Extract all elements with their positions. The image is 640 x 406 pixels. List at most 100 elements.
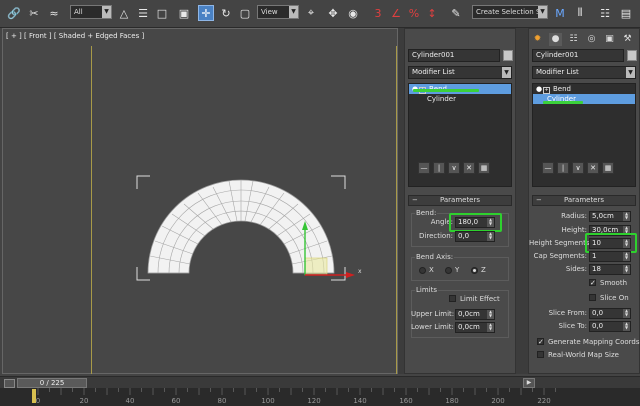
next-frame-arrow-icon[interactable]: ▶ — [523, 378, 535, 388]
snaps-toggle-icon[interactable]: 3 — [370, 5, 386, 21]
unlink-icon[interactable]: ✂ — [26, 5, 42, 21]
track-tick-label: 0 — [35, 397, 41, 405]
spinner-arrows-icon[interactable]: ▲ ▼ — [623, 212, 630, 221]
parameters-rollout-header[interactable]: − Parameters — [532, 195, 636, 206]
time-slider-thumb[interactable]: 0 / 225 — [17, 378, 87, 388]
upper-limit-value: 0,0cm — [458, 310, 480, 318]
cap-segments-spinner[interactable]: 1 ▲ ▼ — [589, 251, 631, 262]
object-name-field[interactable]: Cylinder001 — [408, 49, 500, 62]
slice-on-label: Slice On — [600, 294, 629, 302]
spinner-arrows-icon[interactable]: ▲ ▼ — [623, 265, 630, 274]
window-crossing-icon[interactable]: ▣ — [176, 5, 192, 21]
selection-filter-value: All — [74, 8, 83, 16]
modifier-list-value: Modifier List — [412, 68, 455, 76]
axis-x-radio[interactable] — [419, 267, 426, 274]
make-unique-icon[interactable]: ∨ — [448, 162, 460, 174]
track-tick-label: 80 — [217, 397, 227, 405]
bind-space-warp-icon[interactable]: ≈ — [46, 5, 62, 21]
rect-selection-icon[interactable]: □ — [154, 5, 170, 21]
display-tab-icon[interactable]: ▣ — [603, 33, 616, 46]
group-title-bend: Bend: — [415, 209, 438, 217]
spinner-arrows-icon[interactable]: ▲ ▼ — [623, 252, 630, 261]
named-selection-set-select[interactable]: Create Selection Se ▼ — [472, 5, 548, 19]
select-by-name-icon[interactable]: ☰ — [135, 5, 151, 21]
percent-snap-icon[interactable]: % — [406, 5, 422, 21]
remove-modifier-icon[interactable]: ✕ — [587, 162, 599, 174]
spinner-arrows-icon[interactable]: ▲ ▼ — [487, 310, 494, 319]
object-name-field[interactable]: Cylinder001 — [532, 49, 624, 62]
remove-modifier-icon[interactable]: ✕ — [463, 162, 475, 174]
generate-mapping-checkbox[interactable]: ✓ — [537, 338, 544, 346]
upper-limit-spinner[interactable]: 0,0cm ▲ ▼ — [455, 309, 495, 320]
sides-spinner[interactable]: 18 ▲ ▼ — [589, 264, 631, 275]
pivot-center-icon[interactable]: ⌖ — [303, 5, 319, 21]
modifier-list-select[interactable]: Modifier List ▼ — [532, 66, 636, 79]
expand-icon[interactable]: + — [543, 87, 550, 94]
track-bar[interactable]: 0 20 40 60 80 100 120 140 160 180 200 220 — [0, 388, 640, 406]
move-icon[interactable]: ✛ — [198, 5, 214, 21]
slice-to-spinner[interactable]: 0,0 ▲ ▼ — [589, 321, 631, 332]
object-color-swatch[interactable] — [503, 50, 513, 61]
parameters-rollout-header[interactable]: − Parameters — [408, 195, 512, 206]
object-color-swatch[interactable] — [627, 50, 637, 61]
slice-from-spinner[interactable]: 0,0 ▲ ▼ — [589, 308, 631, 319]
configure-sets-icon[interactable]: ▦ — [602, 162, 614, 174]
axis-y-radio[interactable] — [445, 267, 452, 274]
radius-label: Radius: — [561, 212, 587, 220]
spinner-arrows-icon[interactable]: ▲ ▼ — [487, 323, 494, 332]
selection-filter-select[interactable]: All ▼ — [70, 5, 112, 19]
slice-on-checkbox[interactable] — [589, 294, 596, 301]
utilities-tab-icon[interactable]: ⚒ — [621, 33, 634, 46]
align-icon[interactable]: ⫴ — [572, 5, 588, 21]
time-slider[interactable]: 0 / 225 ▶ — [0, 376, 640, 388]
limit-effect-checkbox[interactable] — [449, 295, 456, 302]
generate-mapping-label: Generate Mapping Coords. — [548, 338, 640, 346]
chevron-down-icon: ▼ — [502, 67, 511, 78]
real-world-map-label: Real-World Map Size — [548, 351, 619, 359]
angle-snap-icon[interactable]: ∠ — [388, 5, 404, 21]
reference-coord-select[interactable]: View ▼ — [257, 5, 299, 19]
layer-manager-icon[interactable]: ☷ — [597, 5, 613, 21]
select-manipulate-icon[interactable]: ✥ — [325, 5, 341, 21]
show-end-result-icon[interactable]: | — [433, 162, 445, 174]
scale-icon[interactable]: ▢ — [237, 5, 253, 21]
show-end-result-icon[interactable]: | — [557, 162, 569, 174]
configure-sets-icon[interactable]: ▦ — [478, 162, 490, 174]
create-tab-icon[interactable]: ✹ — [531, 33, 544, 46]
axis-z-radio[interactable] — [471, 267, 478, 274]
spinner-snap-icon[interactable]: ↕ — [424, 5, 440, 21]
smooth-checkbox[interactable]: ✓ — [589, 279, 596, 287]
stack-item-bend[interactable]: ●+Bend — [533, 84, 635, 94]
link-icon[interactable]: 🔗 — [6, 5, 22, 21]
select-object-icon[interactable]: △ — [116, 5, 132, 21]
hierarchy-tab-icon[interactable]: ☷ — [567, 33, 580, 46]
make-unique-icon[interactable]: ∨ — [572, 162, 584, 174]
group-title-axis: Bend Axis: — [415, 253, 455, 261]
pin-stack-icon[interactable]: — — [542, 162, 554, 174]
curve-editor-icon[interactable]: ▤ — [618, 5, 634, 21]
keyboard-shortcut-icon[interactable]: ◉ — [345, 5, 361, 21]
front-viewport[interactable]: x [ + ] [ Front ] [ Shaded + Edged Faces… — [2, 28, 398, 374]
mirror-icon[interactable]: M — [552, 5, 568, 21]
viewport-label[interactable]: [ + ] [ Front ] [ Shaded + Edged Faces ] — [6, 32, 144, 40]
viewport-scene: x — [136, 175, 362, 281]
edit-named-selection-icon[interactable]: ✎ — [448, 5, 464, 21]
track-tick-label: 100 — [261, 397, 275, 405]
highlight-box-angle — [449, 213, 502, 232]
pin-stack-icon[interactable]: — — [418, 162, 430, 174]
lightbulb-icon[interactable]: ● — [536, 84, 543, 94]
modifier-list-select[interactable]: Modifier List ▼ — [408, 66, 512, 79]
percent-snap-label: % — [408, 6, 420, 20]
spinner-arrows-icon[interactable]: ▲ ▼ — [623, 309, 630, 318]
modify-tab-icon[interactable]: ● — [549, 33, 562, 46]
stack-item-cylinder[interactable]: Cylinder — [409, 94, 511, 104]
spinner-arrows-icon[interactable]: ▲ ▼ — [487, 232, 494, 241]
rotate-icon[interactable]: ↻ — [218, 5, 234, 21]
motion-tab-icon[interactable]: ◎ — [585, 33, 598, 46]
radius-spinner[interactable]: 5,0cm ▲ ▼ — [589, 211, 631, 222]
mini-curve-toggle[interactable] — [4, 379, 15, 388]
spinner-arrows-icon[interactable]: ▲ ▼ — [623, 322, 630, 331]
real-world-map-checkbox[interactable] — [537, 351, 544, 358]
direction-spinner[interactable]: 0,0 ▲ ▼ — [455, 231, 495, 242]
lower-limit-spinner[interactable]: 0,0cm ▲ ▼ — [455, 322, 495, 333]
